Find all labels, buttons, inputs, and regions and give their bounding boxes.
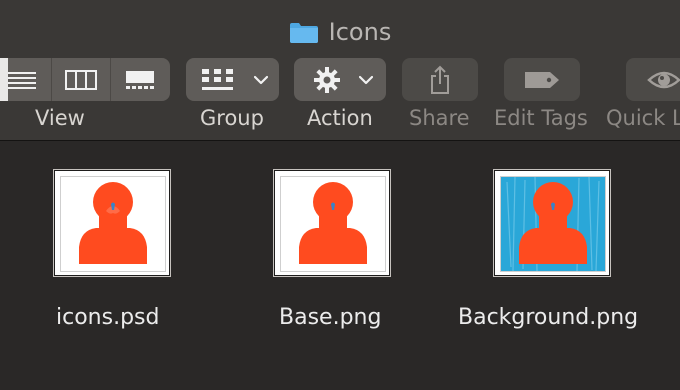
file-grid: icons.psd Base.png Background.png: [0, 141, 680, 390]
thumbnail-canvas: [500, 176, 606, 272]
file-name: Base.png: [279, 305, 382, 330]
eye-icon: [647, 71, 680, 88]
thumbnail-canvas: [60, 176, 166, 272]
quick-look-label: Quick L: [606, 106, 680, 130]
list-view-button[interactable]: [0, 58, 51, 101]
edit-tags-button[interactable]: [504, 58, 580, 101]
action-button[interactable]: [294, 58, 386, 101]
chevron-down-icon: [359, 75, 373, 84]
list-view-icon: [7, 71, 36, 89]
person-silhouette-icon: [299, 182, 367, 264]
share-icon: [431, 65, 449, 94]
person-silhouette-icon: [501, 177, 605, 271]
file-thumbnail[interactable]: [493, 169, 611, 277]
folder-icon: [289, 22, 318, 43]
person-silhouette-icon: [79, 182, 147, 264]
window-title: Icons: [328, 18, 392, 46]
column-view-icon: [65, 69, 97, 90]
edit-tags-label: Edit Tags: [494, 106, 588, 130]
column-view-button[interactable]: [51, 58, 110, 101]
file-item[interactable]: Base.png: [273, 169, 453, 339]
thumbnail-canvas: [280, 176, 386, 272]
chevron-down-icon: [254, 75, 268, 84]
file-thumbnail[interactable]: [273, 169, 391, 277]
file-name: icons.psd: [56, 305, 160, 330]
file-item[interactable]: icons.psd: [53, 169, 233, 339]
gallery-view-icon: [126, 70, 154, 89]
share-button[interactable]: [402, 58, 478, 101]
file-item[interactable]: Background.png: [458, 169, 673, 339]
tag-icon: [525, 71, 559, 88]
group-label: Group: [200, 106, 264, 130]
view-segmented-control[interactable]: [0, 58, 170, 101]
gallery-view-button[interactable]: [110, 58, 169, 101]
gear-icon: [314, 66, 340, 93]
selected-view-indicator: [0, 58, 8, 101]
share-label: Share: [409, 106, 470, 130]
finder-window: Icons View Group Action Share Edit Tags …: [0, 0, 680, 390]
file-thumbnail[interactable]: [53, 169, 171, 277]
group-button[interactable]: [186, 58, 279, 101]
view-label: View: [35, 106, 85, 130]
group-grid-icon: [202, 68, 233, 90]
file-name: Background.png: [458, 305, 639, 330]
quick-look-button[interactable]: [626, 58, 680, 101]
action-label: Action: [307, 106, 373, 130]
window-title-group: Icons: [0, 18, 680, 46]
toolbar-area: Icons View Group Action Share Edit Tags …: [0, 0, 680, 141]
